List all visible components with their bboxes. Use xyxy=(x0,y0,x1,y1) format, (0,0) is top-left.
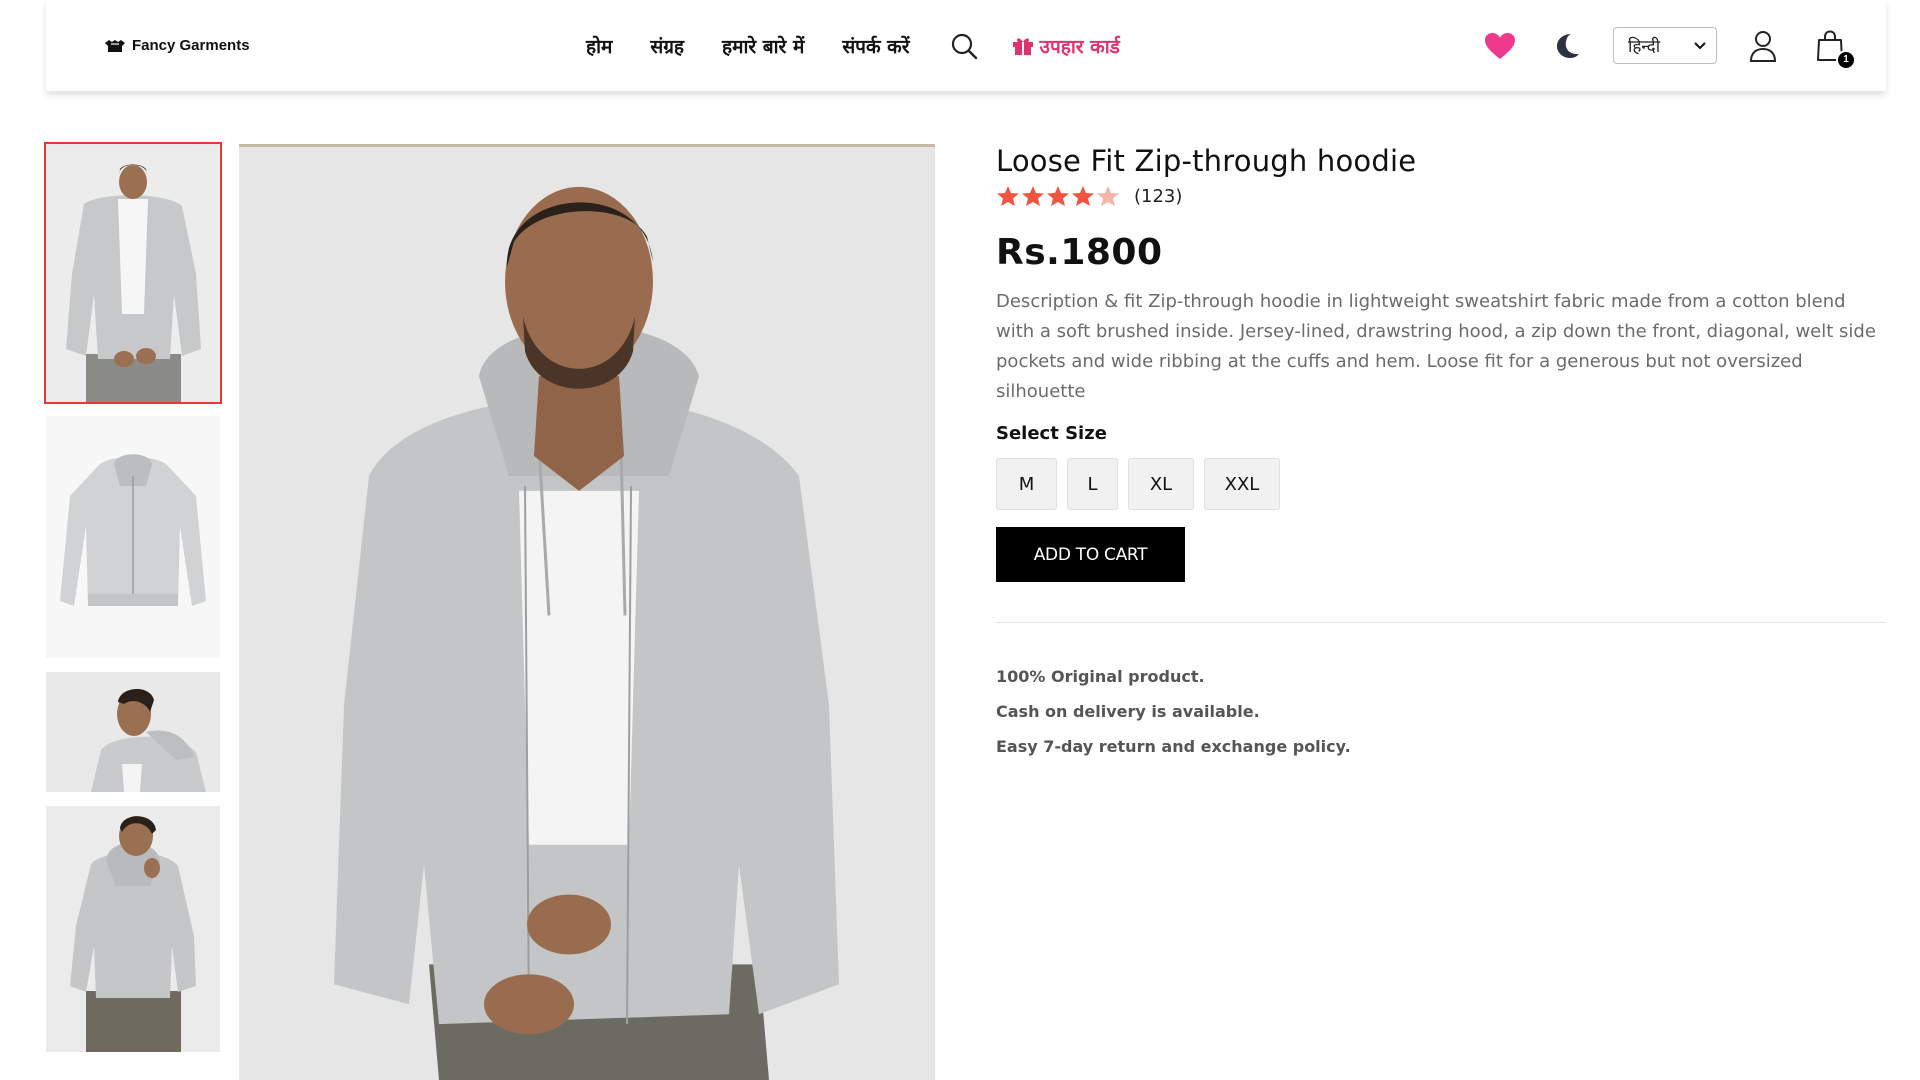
thumbnail-flat-lay[interactable] xyxy=(46,416,220,658)
thumbnail-front-view[interactable] xyxy=(44,142,222,404)
nav-link-home[interactable]: होम xyxy=(586,33,612,59)
header-actions: हिन्दी 1 xyxy=(1480,0,1856,91)
product-title: Loose Fit Zip-through hoodie xyxy=(996,144,1417,178)
star-empty-icon xyxy=(1097,186,1119,206)
gift-card-label: उपहार कार्ड xyxy=(1039,36,1120,58)
search-button[interactable] xyxy=(948,30,980,62)
nav-link-contact[interactable]: संपर्क करें xyxy=(842,33,909,59)
product-description: Description & fit Zip-through hoodie in … xyxy=(996,291,1876,402)
cart-count-badge: 1 xyxy=(1836,49,1856,70)
language-select[interactable]: हिन्दी xyxy=(1613,27,1717,64)
rating-count: (123) xyxy=(1134,185,1183,207)
product-thumbnail-image xyxy=(46,144,220,402)
user-icon xyxy=(1749,30,1777,62)
rating-stars xyxy=(996,185,1120,207)
star-filled-icon xyxy=(997,186,1019,206)
theme-toggle-button[interactable] xyxy=(1547,26,1587,66)
product-details: Loose Fit Zip-through hoodie (123) Rs.18… xyxy=(996,144,1886,764)
moon-icon xyxy=(1557,33,1579,58)
main-nav: होम संग्रह हमारे बारे में संपर्क करें उप… xyxy=(586,30,1120,62)
product-thumbnail-image xyxy=(46,416,220,658)
size-option-xxl[interactable]: XXL xyxy=(1204,458,1280,510)
section-divider xyxy=(996,622,1886,623)
feature-original: 100% Original product. xyxy=(996,667,1205,686)
size-selector-label: Select Size xyxy=(996,423,1107,444)
star-filled-icon xyxy=(1047,186,1069,206)
product-thumbnail-image xyxy=(46,806,220,1052)
brand-name: Fancy Garments xyxy=(132,37,250,54)
feature-cod: Cash on delivery is available. xyxy=(996,702,1260,721)
account-button[interactable] xyxy=(1743,26,1783,66)
cart-button[interactable]: 1 xyxy=(1810,26,1856,70)
feature-return-policy: Easy 7-day return and exchange policy. xyxy=(996,737,1351,756)
language-selected-value: हिन्दी xyxy=(1628,37,1661,57)
navbar: Fancy Garments होम संग्रह हमारे बारे में… xyxy=(46,0,1886,91)
size-option-m[interactable]: M xyxy=(996,458,1057,510)
thumbnail-side-view[interactable] xyxy=(46,672,220,792)
star-filled-icon xyxy=(1022,186,1044,206)
size-options: M L XL XXL xyxy=(996,458,1886,510)
product-main-photo xyxy=(239,147,935,1080)
wishlist-button[interactable] xyxy=(1480,26,1520,66)
heart-icon xyxy=(1485,32,1515,59)
logo-mark-icon xyxy=(105,39,125,52)
search-icon xyxy=(951,33,977,60)
chevron-down-icon xyxy=(1694,41,1706,49)
nav-link-about[interactable]: हमारे बारे में xyxy=(722,33,804,59)
nav-link-collection[interactable]: संग्रह xyxy=(650,33,684,59)
product-features: 100% Original product. Cash on delivery … xyxy=(996,659,1886,764)
main-product-image[interactable] xyxy=(239,144,935,1080)
size-option-xl[interactable]: XL xyxy=(1128,458,1194,510)
brand-logo[interactable]: Fancy Garments xyxy=(104,37,250,54)
product-thumbnail-image xyxy=(46,672,220,792)
thumbnail-back-view[interactable] xyxy=(46,806,220,1052)
product-rating: (123) xyxy=(996,184,1886,208)
gift-icon xyxy=(1012,38,1033,55)
add-to-cart-button[interactable]: ADD TO CART xyxy=(996,527,1185,582)
size-option-l[interactable]: L xyxy=(1067,458,1118,510)
gift-card-link[interactable]: उपहार कार्ड xyxy=(1012,33,1120,59)
product-price: Rs.1800 xyxy=(996,232,1163,273)
star-filled-icon xyxy=(1072,186,1094,206)
